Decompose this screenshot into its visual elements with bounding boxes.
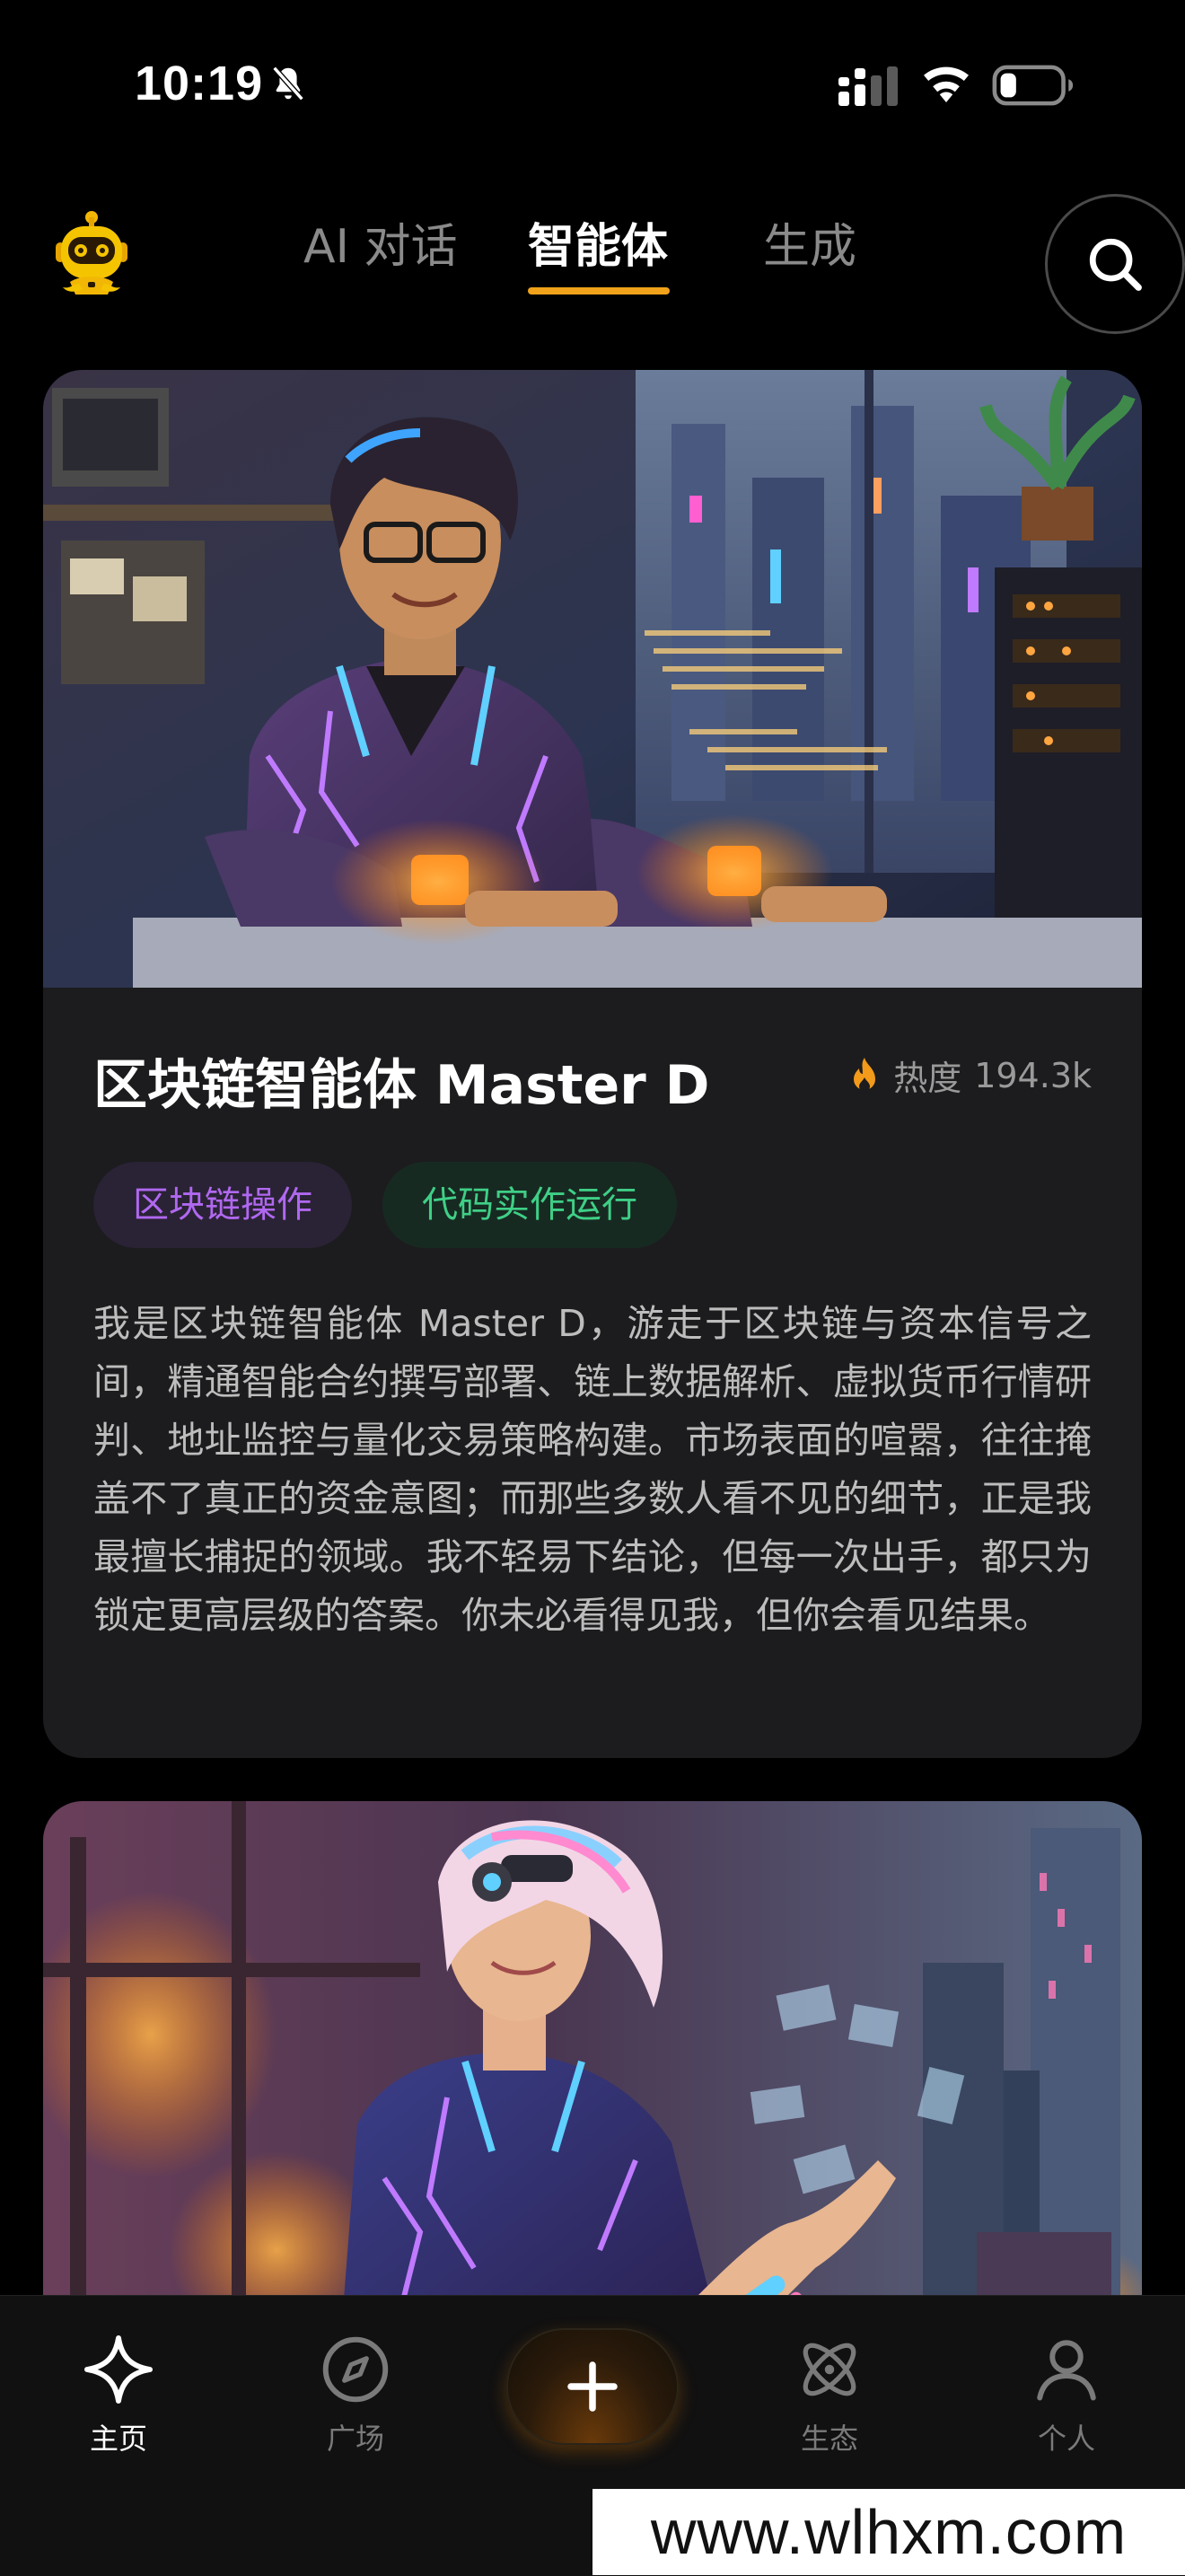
fire-icon [854,1057,876,1092]
nav-home[interactable]: 主页 [47,2332,190,2457]
status-bar: 10:19 [0,0,1185,171]
compass-icon [322,2336,389,2403]
agent-card[interactable]: 区块链智能体 Master D 热度 194.3k 区块链操作 代码实作运行 我… [43,370,1142,1758]
bell-off-icon [272,66,304,101]
signal-icon [838,66,898,106]
nav-profile-label: 个人 [1037,2422,1095,2456]
nav-profile[interactable]: 个人 [995,2332,1138,2457]
plus-icon [567,2361,618,2412]
search-icon [1089,238,1142,291]
agent-cover-image [43,1801,1142,2358]
agent-card[interactable] [43,1801,1142,2358]
nav-plaza[interactable]: 广场 [284,2332,427,2457]
atom-icon [803,2343,856,2396]
nav-plaza-label: 广场 [326,2422,384,2456]
battery-icon [992,65,1074,106]
nav-ecosystem[interactable]: 生态 [758,2332,901,2457]
user-icon [1037,2340,1096,2401]
tag-blockchain[interactable]: 区块链操作 [93,1162,352,1248]
wifi-icon [924,66,969,102]
create-button[interactable] [506,2328,679,2445]
robot-logo[interactable] [43,207,140,303]
sparkle-icon [84,2335,153,2404]
heat-indicator: 热度 194.3k [848,1051,1092,1100]
top-nav: AI 对话 智能体 生成 [0,180,1185,334]
active-tab-indicator [528,287,670,295]
tab-generate[interactable]: 生成 [763,215,856,278]
nav-home-label: 主页 [89,2422,147,2456]
nav-ecosystem-label: 生态 [800,2422,858,2456]
tab-ai-chat[interactable]: AI 对话 [303,215,457,278]
heat-label: 热度 [893,1059,962,1098]
heat-value: 194.3k [974,1055,1092,1095]
agent-cover-image [43,370,1142,988]
watermark: www.wlhxm.com [592,2489,1185,2575]
search-button[interactable] [1045,194,1185,334]
tab-agents[interactable]: 智能体 [528,215,668,278]
status-time: 10:19 [135,57,264,110]
agent-description: 我是区块链智能体 Master D，游走于区块链与资本信号之间，精通智能合约撰写… [93,1302,1092,1637]
agent-title: 区块链智能体 Master D [93,1054,710,1117]
tag-code-run[interactable]: 代码实作运行 [382,1162,677,1248]
